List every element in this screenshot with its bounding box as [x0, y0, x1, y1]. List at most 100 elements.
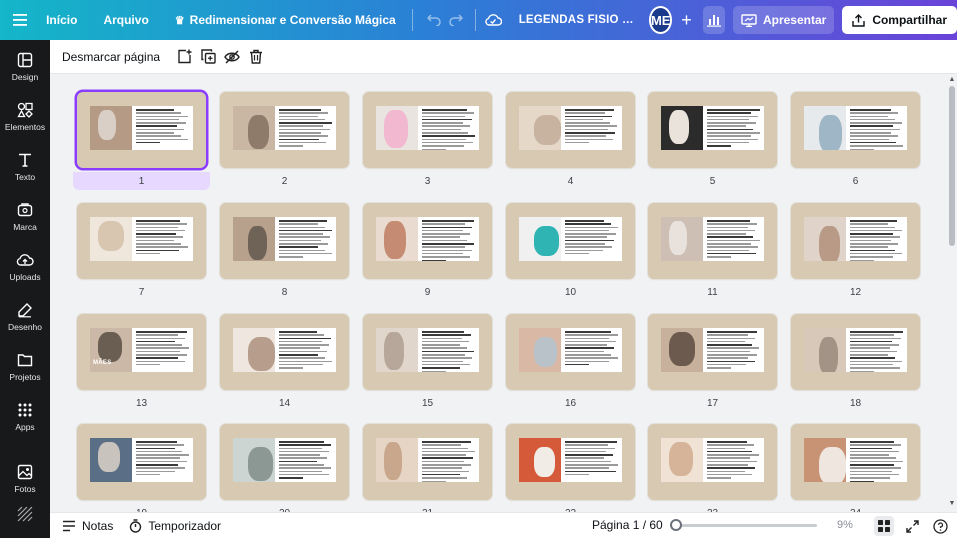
avatar[interactable]: ME [648, 6, 673, 34]
page-photo-caption: MÃES [93, 360, 112, 366]
divider [475, 9, 477, 31]
page-text-lines [846, 106, 907, 151]
page-thumbnail[interactable]: 17 [648, 314, 777, 410]
page-thumbnail[interactable]: 4 [506, 92, 635, 188]
page-text-lines [418, 217, 479, 262]
page-preview [791, 424, 920, 500]
page-thumbnail[interactable]: 12 [791, 203, 920, 299]
hamburger-icon[interactable] [0, 0, 40, 40]
zoom-value[interactable]: 9% [837, 519, 853, 531]
fullscreen-icon[interactable] [902, 516, 922, 536]
page-thumbnail[interactable]: 10 [506, 203, 635, 299]
page-text-lines [703, 106, 764, 150]
page-indicator[interactable]: Página 1 / 60 [592, 518, 663, 532]
page-preview [363, 203, 492, 279]
page-content-card [661, 106, 764, 150]
notes-icon [63, 520, 75, 531]
sidebar-item-elements[interactable]: Elementos [0, 92, 50, 140]
page-thumbnail[interactable]: 14 [220, 314, 349, 410]
file-menu[interactable]: Arquivo [103, 13, 148, 27]
page-thumbnail[interactable]: 1 [73, 92, 210, 190]
notes-label: Notas [82, 518, 114, 533]
sidebar-item-label: Apps [15, 421, 35, 432]
cloud-saved-icon[interactable] [482, 6, 504, 34]
page-thumbnail[interactable]: 11 [648, 203, 777, 299]
sidebar-item-design[interactable]: Design [0, 42, 50, 90]
hide-page-icon[interactable] [220, 45, 244, 69]
page-thumbnail[interactable]: 16 [506, 314, 635, 410]
sidebar-item-brand[interactable]: Marca [0, 192, 50, 240]
page-thumbnail[interactable]: 7 [77, 203, 206, 299]
add-page-icon[interactable] [172, 45, 196, 69]
sidebar-item-uploads[interactable]: Uploads [0, 242, 50, 290]
page-thumbnail[interactable]: 9 [363, 203, 492, 299]
page-photo [519, 217, 561, 261]
notes-button[interactable]: Notas [62, 519, 113, 533]
page-thumbnail[interactable]: MÃES 13 [77, 314, 206, 410]
page-text-lines [846, 328, 907, 373]
home-link[interactable]: Início [46, 13, 77, 27]
sidebar-item-label: Projetos [9, 371, 41, 382]
page-thumbnail[interactable]: 23 [648, 424, 777, 512]
page-thumbnail[interactable]: 15 [363, 314, 492, 410]
sidebar-item-projects[interactable]: Projetos [0, 342, 50, 390]
page-photo [519, 438, 561, 482]
timer-button[interactable]: Temporizador [129, 519, 221, 533]
page-text-lines [703, 328, 764, 372]
page-photo [804, 217, 846, 261]
page-content-card [804, 217, 907, 262]
page-number: 12 [849, 287, 862, 298]
page-content-card [233, 328, 336, 372]
duplicate-page-icon[interactable] [196, 45, 220, 69]
undo-icon[interactable] [423, 6, 445, 34]
page-preview: MÃES [77, 314, 206, 390]
shapes-icon [16, 101, 34, 119]
page-thumbnail[interactable]: 18 [791, 314, 920, 410]
page-thumbnail[interactable]: 6 [791, 92, 920, 188]
delete-page-icon[interactable] [244, 45, 268, 69]
scroll-thumb[interactable] [949, 86, 955, 246]
share-button[interactable]: Compartilhar [842, 6, 957, 34]
page-text-lines [132, 217, 193, 261]
present-button[interactable]: Apresentar [732, 6, 835, 34]
page-text-lines [846, 438, 907, 483]
page-preview [77, 424, 206, 500]
page-thumbnail[interactable]: 3 [363, 92, 492, 188]
pattern-icon [16, 505, 34, 523]
sidebar-more[interactable] [0, 500, 50, 530]
page-photo [661, 328, 703, 372]
page-preview [791, 314, 920, 390]
insights-button[interactable] [702, 6, 725, 34]
page-thumbnail[interactable]: 8 [220, 203, 349, 299]
unselect-page-button[interactable]: Desmarcar página [62, 50, 160, 64]
page-number: 8 [281, 287, 288, 298]
apps-grid-icon [16, 401, 34, 419]
sidebar-item-draw[interactable]: Desenho [0, 292, 50, 340]
bottom-bar: Notas Temporizador Página 1 / 60 9% [50, 512, 957, 538]
page-content-card [519, 328, 622, 372]
page-photo [804, 438, 846, 482]
sidebar-item-apps[interactable]: Apps [0, 392, 50, 440]
page-text-lines [418, 438, 479, 483]
help-icon[interactable] [930, 516, 950, 536]
scroll-down-icon[interactable]: ▼ [948, 500, 956, 508]
page-thumbnail[interactable]: 21 [363, 424, 492, 512]
zoom-slider[interactable] [677, 524, 817, 527]
scroll-up-icon[interactable]: ▲ [948, 76, 956, 84]
redo-icon[interactable] [445, 6, 467, 34]
grid-view-icon[interactable] [874, 516, 894, 536]
sidebar-item-photos[interactable]: Fotos [0, 454, 50, 502]
page-thumbnail[interactable]: 24 [791, 424, 920, 512]
page-thumbnail[interactable]: 22 [506, 424, 635, 512]
zoom-slider-handle[interactable] [670, 519, 682, 531]
page-thumbnail[interactable]: 2 [220, 92, 349, 188]
document-title[interactable]: LEGENDAS FISIO PÓS CIRÚRGICO [519, 14, 639, 26]
scrollbar[interactable]: ▲ ▼ [947, 74, 957, 512]
sidebar-item-text[interactable]: Texto [0, 142, 50, 190]
add-collaborator-icon[interactable]: + [678, 10, 694, 31]
page-thumbnail[interactable]: 5 [648, 92, 777, 188]
page-text-lines [275, 106, 336, 150]
magic-resize-button[interactable]: ♛ Redimensionar e Conversão Mágica [175, 13, 396, 27]
page-thumbnail[interactable]: 19 [77, 424, 206, 512]
page-thumbnail[interactable]: 20 [220, 424, 349, 512]
